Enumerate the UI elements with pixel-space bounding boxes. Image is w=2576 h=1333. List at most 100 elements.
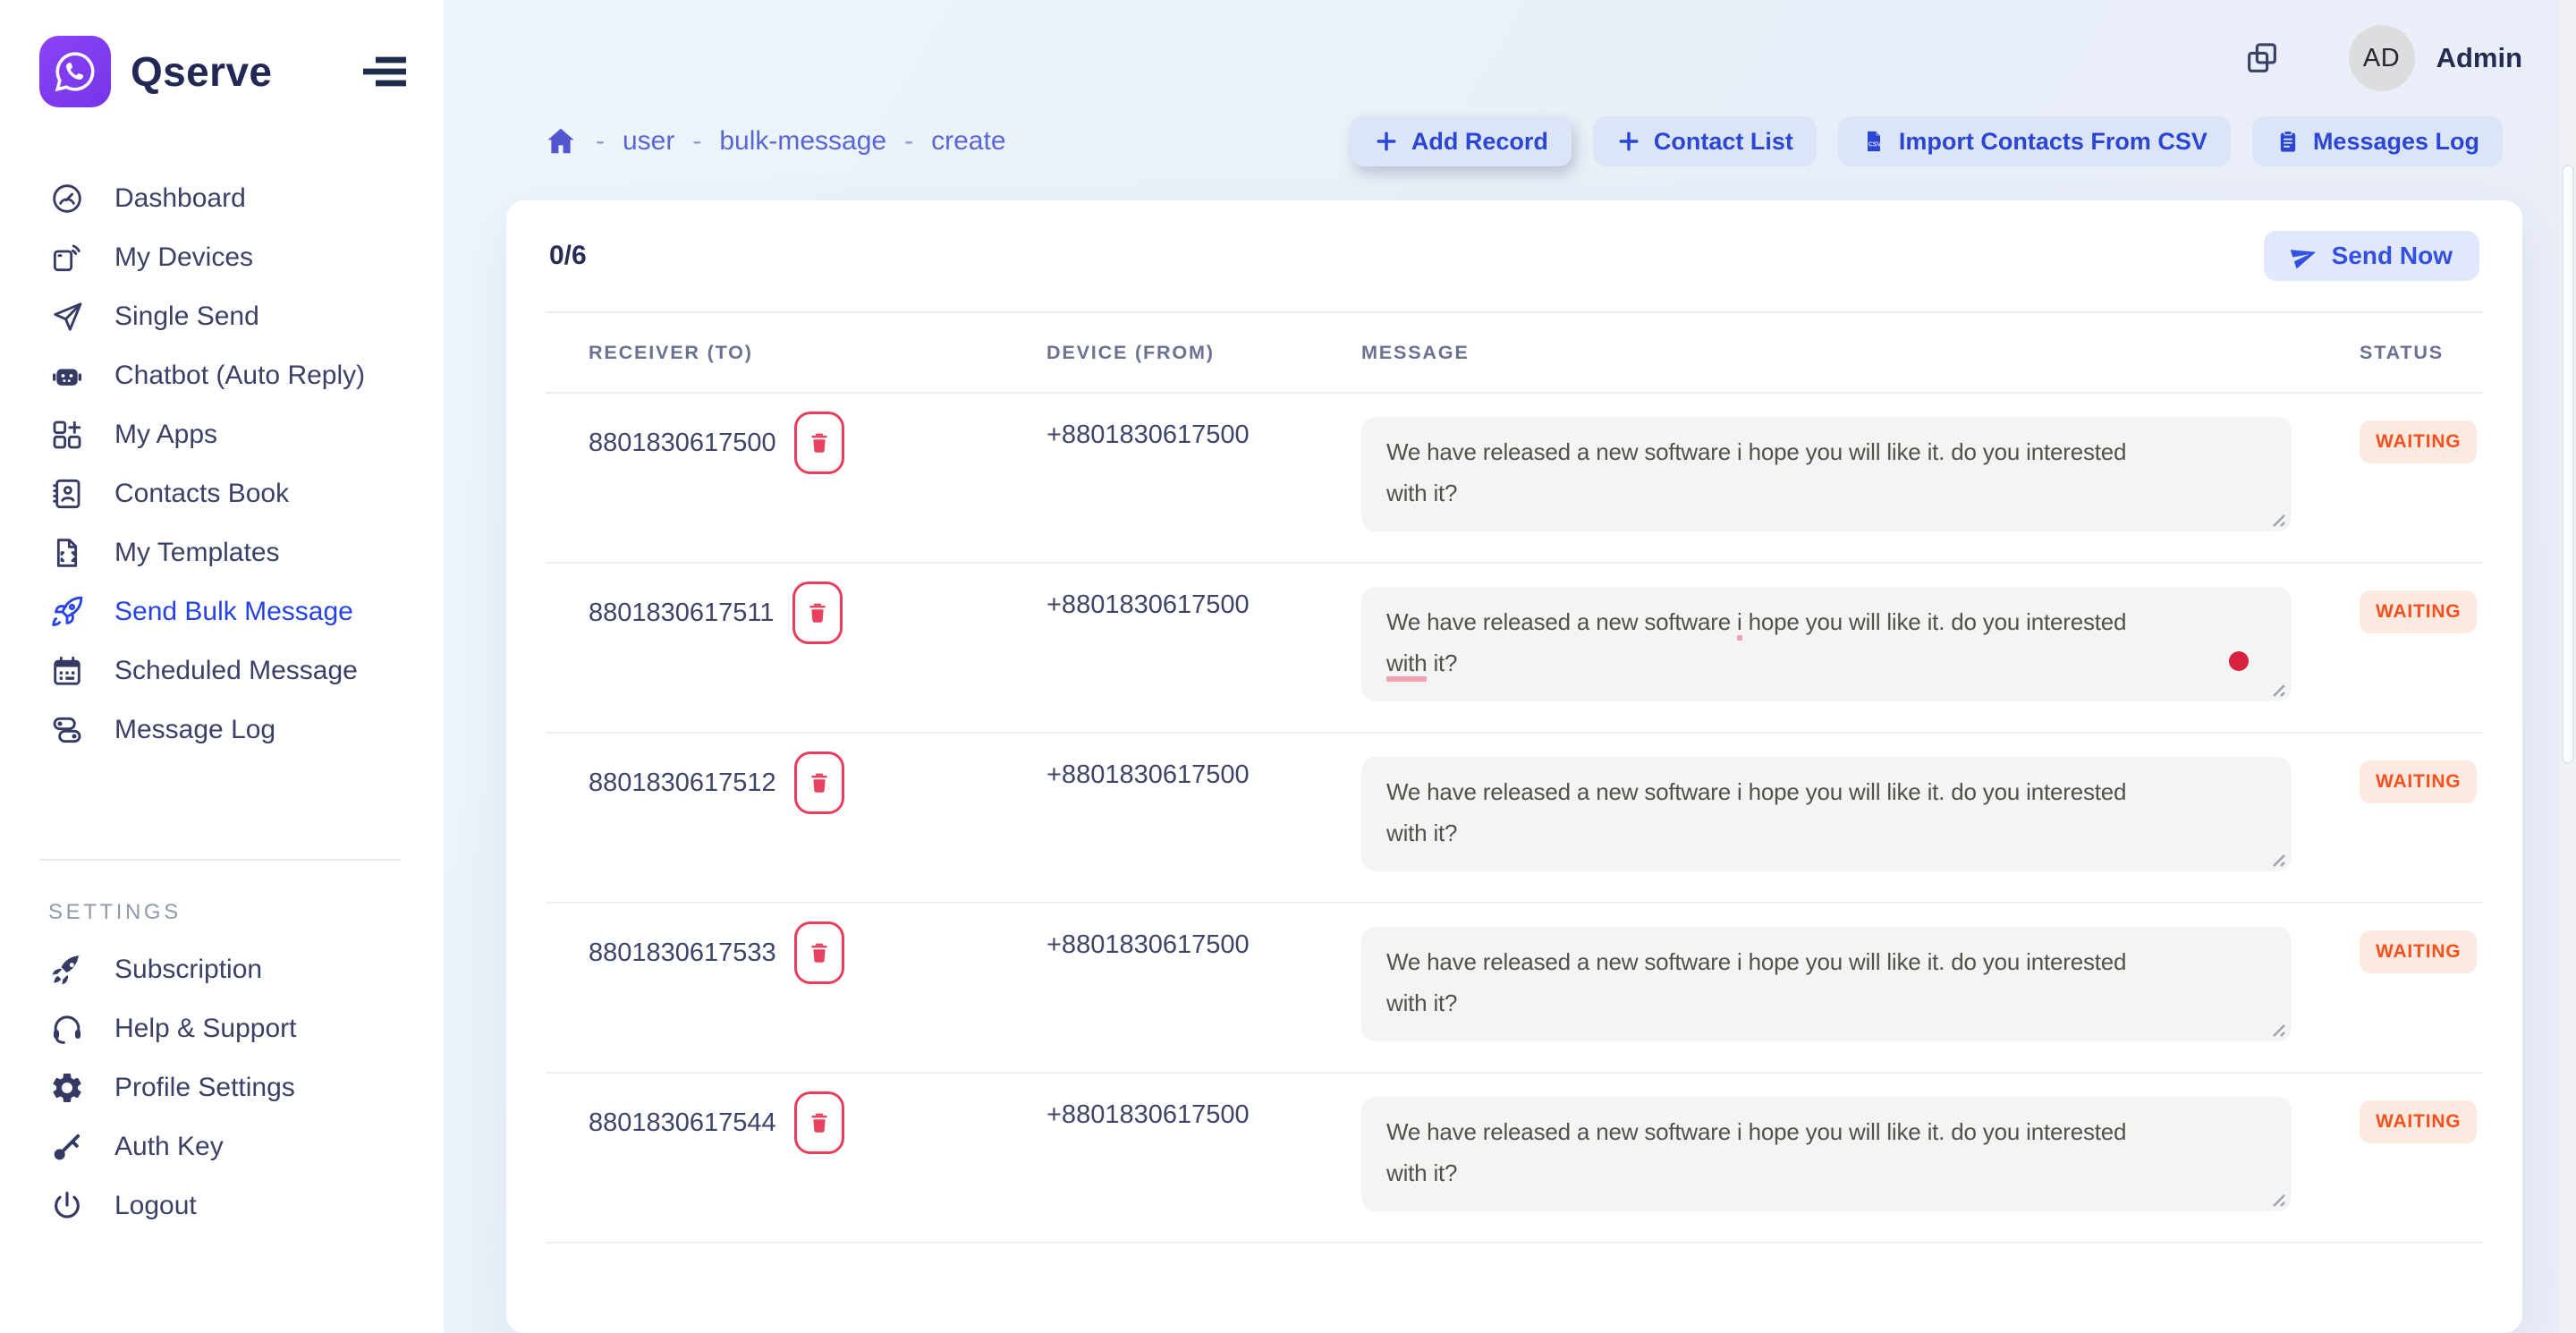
add-record-button[interactable]: Add Record [1351, 116, 1572, 166]
sidebar-toggle-icon[interactable] [354, 48, 415, 95]
receiver-number: 8801830617544 [589, 1108, 776, 1138]
sidebar-item-help-support[interactable]: Help & Support [0, 1009, 444, 1049]
sidebar-nav: Dashboard My Devices Single Send Chatbot… [0, 179, 444, 769]
contacts-book-icon [48, 475, 86, 513]
trash-icon [806, 769, 833, 796]
table-header-row: RECEIVER (TO) DEVICE (FROM) MESSAGE STAT… [546, 311, 2483, 394]
sidebar-item-scheduled-message[interactable]: Scheduled Message [0, 651, 444, 691]
device-cell: +8801830617500 [996, 930, 1311, 960]
breadcrumb-row: - user - bulk-message - create Add Recor… [444, 91, 2576, 166]
message-cell: We have released a new software i hope y… [1311, 734, 2313, 871]
trash-icon [806, 1109, 833, 1136]
column-header-device: DEVICE (FROM) [996, 341, 1311, 364]
breadcrumb-link-create[interactable]: create [931, 126, 1005, 157]
resize-handle-icon [2267, 1188, 2286, 1208]
plus-icon [1616, 129, 1641, 154]
breadcrumb-link-user[interactable]: user [623, 126, 674, 157]
status-cell: WAITING [2313, 420, 2483, 463]
status-cell: WAITING [2313, 590, 2483, 633]
delete-record-button[interactable] [794, 751, 844, 814]
spellcheck-underline: i [1737, 608, 1742, 641]
device-cell: +8801830617500 [996, 760, 1311, 790]
sidebar-item-single-send[interactable]: Single Send [0, 297, 444, 336]
sidebar-item-label: Chatbot (Auto Reply) [114, 361, 365, 391]
sidebar-item-profile-settings[interactable]: Profile Settings [0, 1068, 444, 1108]
sidebar-item-auth-key[interactable]: Auth Key [0, 1127, 444, 1167]
devices-icon [48, 239, 86, 276]
grammar-checker-dot[interactable] [2229, 651, 2249, 671]
messages-log-button[interactable]: Messages Log [2252, 116, 2503, 166]
send-now-button[interactable]: Send Now [2264, 231, 2479, 281]
sidebar-item-label: My Devices [114, 242, 253, 273]
sidebar-item-contacts-book[interactable]: Contacts Book [0, 474, 444, 514]
user-name[interactable]: Admin [2436, 42, 2522, 74]
sidebar-item-logout[interactable]: Logout [0, 1186, 444, 1226]
sidebar-item-dashboard[interactable]: Dashboard [0, 179, 444, 218]
sidebar-item-my-devices[interactable]: My Devices [0, 238, 444, 277]
key-icon [48, 1128, 86, 1166]
svg-text:CSV: CSV [1868, 141, 1882, 148]
delete-record-button[interactable] [792, 582, 843, 644]
scrollbar-thumb[interactable] [2562, 165, 2574, 764]
message-textarea[interactable]: We have released a new software i hope y… [1361, 927, 2292, 1041]
resize-handle-icon [2267, 678, 2286, 698]
bulk-message-card: 0/6 Send Now RECEIVER (TO) DEVICE (FROM)… [506, 200, 2522, 1333]
message-cell: We have released a new software i hope y… [1311, 394, 2313, 531]
message-textarea[interactable]: We have released a new software i hope y… [1361, 587, 2292, 701]
sidebar-item-label: My Apps [114, 420, 217, 450]
status-badge: WAITING [2360, 930, 2477, 973]
sidebar-item-label: Message Log [114, 715, 275, 745]
copy-icon[interactable] [2243, 39, 2281, 77]
receiver-number: 8801830617511 [589, 599, 775, 628]
receiver-number: 8801830617533 [589, 938, 776, 968]
breadcrumb-separator: - [692, 126, 701, 157]
resize-handle-icon [2267, 508, 2286, 528]
table-body: 8801830617500 +8801830617500 We have rel… [546, 394, 2483, 1244]
delete-record-button[interactable] [794, 1091, 844, 1154]
import-contacts-csv-button[interactable]: CSV Import Contacts From CSV [1838, 116, 2231, 166]
sidebar-item-chatbot[interactable]: Chatbot (Auto Reply) [0, 356, 444, 395]
avatar[interactable]: AD [2349, 25, 2415, 91]
spellcheck-underline: with [1386, 650, 1427, 682]
sidebar-item-message-log[interactable]: Message Log [0, 710, 444, 750]
calendar-icon [48, 652, 86, 690]
breadcrumb-link-bulk-message[interactable]: bulk-message [719, 126, 886, 157]
whatsapp-logo-icon[interactable] [39, 36, 111, 107]
delete-record-button[interactable] [794, 921, 844, 984]
home-icon[interactable] [544, 124, 578, 158]
sidebar-item-label: Single Send [114, 301, 259, 332]
message-cell: We have released a new software i hope y… [1311, 564, 2313, 701]
sidebar-item-subscription[interactable]: Subscription [0, 950, 444, 989]
robot-icon [48, 357, 86, 395]
sidebar-item-my-templates[interactable]: My Templates [0, 533, 444, 573]
status-cell: WAITING [2313, 1100, 2483, 1143]
column-header-receiver: RECEIVER (TO) [546, 341, 996, 364]
receiver-number: 8801830617500 [589, 429, 776, 458]
column-header-message: MESSAGE [1311, 341, 2313, 364]
device-number: +8801830617500 [1046, 930, 1250, 959]
sidebar-item-label: Contacts Book [114, 479, 289, 509]
trash-icon [804, 599, 831, 626]
message-textarea[interactable]: We have released a new software i hope y… [1361, 417, 2292, 531]
paper-plane-icon [48, 298, 86, 335]
message-textarea[interactable]: We have released a new software i hope y… [1361, 757, 2292, 871]
table-row: 8801830617511 +8801830617500 We have rel… [546, 564, 2483, 734]
status-badge: WAITING [2360, 760, 2477, 803]
sidebar-item-my-apps[interactable]: My Apps [0, 415, 444, 454]
message-textarea[interactable]: We have released a new software i hope y… [1361, 1097, 2292, 1211]
contact-list-button[interactable]: Contact List [1593, 116, 1817, 166]
sidebar-item-send-bulk-message[interactable]: Send Bulk Message [0, 592, 444, 632]
breadcrumb-separator: - [904, 126, 913, 157]
topbar: AD Admin [444, 0, 2576, 91]
sidebar-item-label: Dashboard [114, 183, 246, 214]
message-cell: We have released a new software i hope y… [1311, 1074, 2313, 1211]
receiver-cell: 8801830617500 [546, 412, 996, 474]
breadcrumb-separator: - [596, 126, 605, 157]
status-badge: WAITING [2360, 590, 2477, 633]
trash-icon [806, 939, 833, 966]
status-cell: WAITING [2313, 930, 2483, 973]
delete-record-button[interactable] [794, 412, 844, 474]
breadcrumb: - user - bulk-message - create [544, 124, 1006, 158]
message-table: RECEIVER (TO) DEVICE (FROM) MESSAGE STAT… [506, 311, 2522, 1244]
sidebar-item-label: Subscription [114, 955, 262, 985]
